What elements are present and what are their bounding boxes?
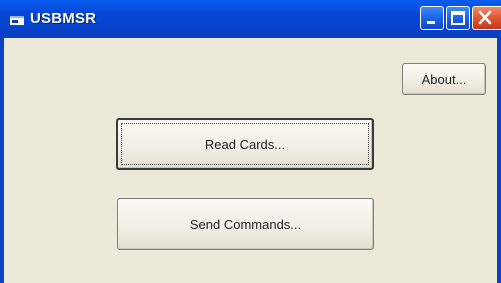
window-title: USBMSR [30, 10, 97, 27]
app-window-icon [10, 13, 24, 25]
send-commands-button-label: Send Commands... [189, 216, 302, 232]
focus-rectangle [121, 123, 369, 165]
title-bar[interactable]: USBMSR [0, 0, 501, 38]
minimize-icon [427, 21, 435, 24]
send-commands-button[interactable]: Send Commands... [117, 198, 374, 250]
maximize-button[interactable] [446, 6, 470, 30]
close-icon [478, 10, 492, 25]
minimize-button[interactable] [420, 6, 444, 30]
close-button[interactable] [472, 6, 501, 30]
about-button-label: About... [421, 71, 467, 87]
maximize-icon [451, 11, 465, 25]
about-button[interactable]: About... [402, 63, 486, 95]
app-window: USBMSR About... Read Cards... Send Comma… [0, 0, 501, 283]
client-area: About... Read Cards... Send Commands... [4, 38, 497, 283]
read-cards-button[interactable]: Read Cards... [116, 118, 374, 170]
